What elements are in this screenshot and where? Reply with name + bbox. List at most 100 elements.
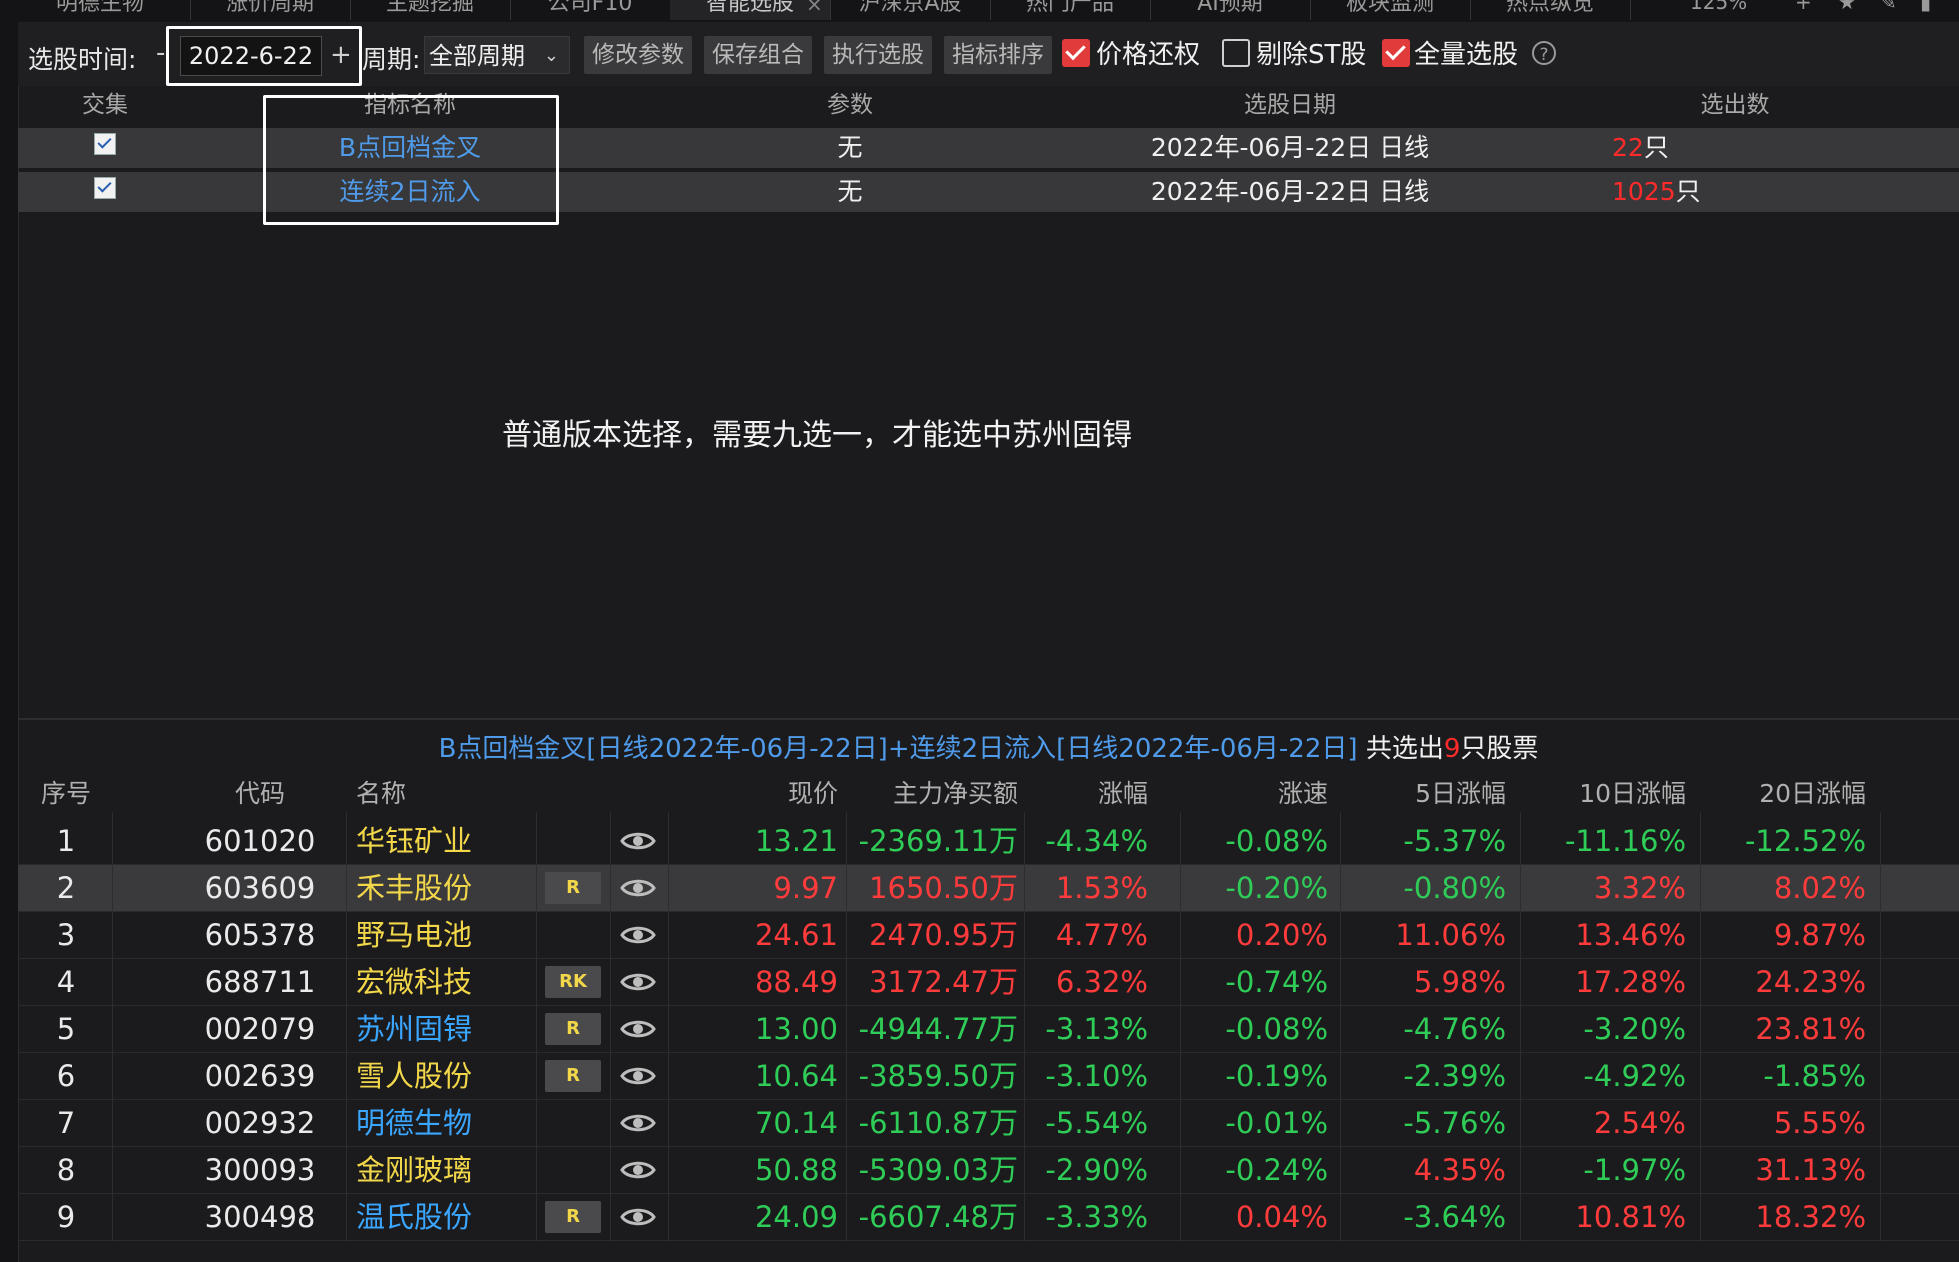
price-adjust-checkbox[interactable] <box>1062 39 1090 67</box>
col-index[interactable]: 序号 <box>38 776 94 812</box>
row-change: -5.54% <box>1045 1106 1148 1140</box>
tab-hotspot[interactable]: 热点纵览 <box>1470 0 1631 20</box>
tab-ai-forecast[interactable]: AI预期 <box>1150 0 1311 20</box>
select-time-label: 选股时间: <box>28 45 137 74</box>
eye-icon[interactable] <box>620 1206 656 1232</box>
row-20d-change: 31.13% <box>1755 1153 1866 1187</box>
col-code[interactable]: 代码 <box>210 776 310 812</box>
row-name[interactable]: 雪人股份 <box>356 1053 506 1099</box>
col-10d-change[interactable]: 10日涨幅 <box>1540 776 1686 812</box>
row-checkbox[interactable] <box>94 177 116 199</box>
row-change: -4.34% <box>1045 824 1148 858</box>
row-change: -3.10% <box>1045 1059 1148 1093</box>
exclude-st-checkbox[interactable] <box>1222 39 1250 67</box>
annotation-note: 普通版本选择，需要九选一，才能选中苏州固锝 <box>502 418 1132 453</box>
row-10d-change: -1.97% <box>1583 1153 1686 1187</box>
eye-icon[interactable] <box>620 971 656 997</box>
modify-params-button[interactable]: 修改参数 <box>584 36 692 74</box>
tab-a-shares[interactable]: 沪深京A股 <box>830 0 991 20</box>
save-portfolio-button[interactable]: 保存组合 <box>704 36 812 74</box>
column-separator <box>346 812 347 1241</box>
period-value: 全部周期 <box>429 42 525 70</box>
eye-icon[interactable] <box>620 830 656 856</box>
col-main-flow[interactable]: 主力净买额 <box>860 776 1018 812</box>
row-20d-change: 8.02% <box>1773 871 1866 905</box>
indicator-count: 22只 <box>1612 133 1669 162</box>
row-name[interactable]: 金刚玻璃 <box>356 1147 506 1193</box>
edit-icon[interactable]: ✎ <box>1880 0 1897 14</box>
row-code: 300093 <box>204 1153 316 1187</box>
rating-badge[interactable]: R <box>545 1201 601 1233</box>
period-select[interactable]: 全部周期 ⌄ <box>424 36 570 74</box>
zoom-level: 125% <box>1690 0 1748 14</box>
row-main-flow: -4944.77万 <box>858 1012 1018 1046</box>
row-name[interactable]: 明德生物 <box>356 1100 506 1146</box>
row-change: -3.13% <box>1045 1012 1148 1046</box>
date-minus-button[interactable]: - <box>156 38 165 68</box>
tab-price-cycle[interactable]: 涨价周期 <box>190 0 351 20</box>
column-separator <box>112 812 113 1241</box>
row-price: 88.49 <box>754 965 838 999</box>
tab-f10[interactable]: 公司F10 <box>510 0 671 20</box>
tab-close-icon[interactable]: × <box>806 0 823 16</box>
eye-icon[interactable] <box>620 877 656 903</box>
row-5d-change: 5.98% <box>1413 965 1506 999</box>
column-separator <box>668 812 669 1241</box>
row-code: 002639 <box>204 1059 316 1093</box>
row-speed: -0.08% <box>1225 824 1328 858</box>
tab-theme[interactable]: 主题挖掘 <box>350 0 511 20</box>
col-change[interactable]: 涨幅 <box>1040 776 1148 812</box>
full-select-checkbox[interactable] <box>1382 39 1410 67</box>
col-speed[interactable]: 涨速 <box>1200 776 1328 812</box>
row-10d-change: -4.92% <box>1583 1059 1686 1093</box>
menu-icon[interactable]: ▮ <box>1920 0 1931 14</box>
row-name[interactable]: 野马电池 <box>356 912 506 958</box>
indicator-date: 2022年-06月-22日 日线 <box>1150 177 1430 206</box>
row-price: 70.14 <box>754 1106 838 1140</box>
column-separator <box>1700 812 1701 1241</box>
eye-icon[interactable] <box>620 1159 656 1185</box>
row-price: 24.09 <box>754 1200 838 1234</box>
col-name[interactable]: 名称 <box>356 776 456 812</box>
sort-indicators-button[interactable]: 指标排序 <box>944 36 1052 74</box>
eye-icon[interactable] <box>620 1018 656 1044</box>
eye-icon[interactable] <box>620 924 656 950</box>
help-icon[interactable]: ? <box>1532 41 1556 65</box>
rating-badge[interactable]: RK <box>545 966 601 998</box>
row-name[interactable]: 苏州固锝 <box>356 1006 506 1052</box>
rating-badge[interactable]: R <box>545 1013 601 1045</box>
indicator-count: 1025只 <box>1612 177 1701 206</box>
row-speed: -0.08% <box>1225 1012 1328 1046</box>
rating-badge[interactable]: R <box>545 872 601 904</box>
row-name[interactable]: 宏微科技 <box>356 959 506 1005</box>
row-index: 5 <box>56 1012 76 1046</box>
row-code: 601020 <box>204 824 316 858</box>
row-checkbox[interactable] <box>94 133 116 155</box>
row-20d-change: 24.23% <box>1755 965 1866 999</box>
row-main-flow: -6607.48万 <box>858 1200 1018 1234</box>
eye-icon[interactable] <box>620 1065 656 1091</box>
tab-sector-monitor[interactable]: 板块监测 <box>1310 0 1471 20</box>
col-5d-change[interactable]: 5日涨幅 <box>1360 776 1506 812</box>
row-speed: 0.20% <box>1235 918 1328 952</box>
row-name[interactable]: 华钰矿业 <box>356 818 506 864</box>
eye-icon[interactable] <box>620 1112 656 1138</box>
result-summary: B点回档金叉[日线2022年-06月-22日]+连续2日流入[日线2022年-0… <box>438 734 1539 764</box>
row-5d-change: -5.76% <box>1403 1106 1506 1140</box>
tab-hot-products[interactable]: 热门产品 <box>990 0 1151 20</box>
rating-badge[interactable]: R <box>545 1060 601 1092</box>
col-price[interactable]: 现价 <box>700 776 838 812</box>
tab-mingde[interactable]: 明德生物 <box>10 0 191 20</box>
execute-select-button[interactable]: 执行选股 <box>824 36 932 74</box>
row-name[interactable]: 温氏股份 <box>356 1194 506 1240</box>
col-20d-change[interactable]: 20日涨幅 <box>1720 776 1866 812</box>
zoom-in-icon[interactable]: + <box>1795 0 1812 14</box>
row-20d-change: 23.81% <box>1755 1012 1866 1046</box>
row-speed: 0.04% <box>1235 1200 1328 1234</box>
row-20d-change: 5.55% <box>1773 1106 1866 1140</box>
star-icon[interactable]: ★ <box>1838 0 1856 14</box>
row-5d-change: -2.39% <box>1403 1059 1506 1093</box>
row-10d-change: 2.54% <box>1593 1106 1686 1140</box>
row-5d-change: -3.64% <box>1403 1200 1506 1234</box>
row-name[interactable]: 禾丰股份 <box>356 865 506 911</box>
